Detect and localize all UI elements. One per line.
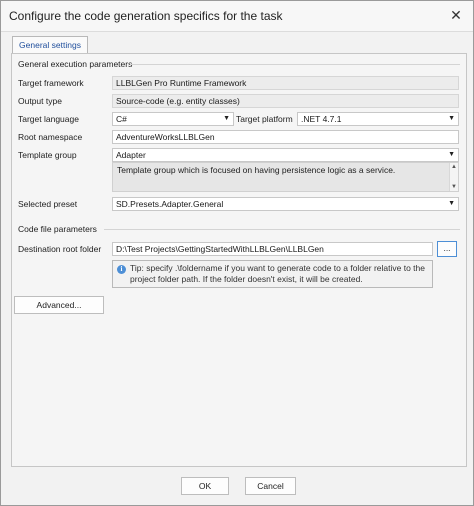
target-language-select[interactable]: C# ▼: [112, 112, 234, 126]
advanced-button[interactable]: Advanced...: [14, 296, 104, 314]
output-type-field: Source-code (e.g. entity classes): [112, 94, 459, 108]
chevron-down-icon: ▼: [448, 200, 455, 207]
template-group-value: Adapter: [116, 150, 146, 160]
template-group-description-text: Template group which is focused on havin…: [117, 165, 396, 175]
section-general-execution: General execution parameters: [18, 59, 133, 69]
output-type-value: Source-code (e.g. entity classes): [116, 96, 240, 106]
description-scrollbar[interactable]: ▲ ▼: [449, 163, 458, 191]
selected-preset-select[interactable]: SD.Presets.Adapter.General ▼: [112, 197, 459, 211]
section-divider: [130, 64, 460, 65]
label-selected-preset: Selected preset: [18, 199, 78, 209]
tip-text: Tip: specify .\foldername if you want to…: [130, 263, 425, 284]
title-bar: Configure the code generation specifics …: [1, 1, 473, 32]
selected-preset-value: SD.Presets.Adapter.General: [116, 199, 224, 209]
destination-root-input[interactable]: D:\Test Projects\GettingStartedWithLLBLG…: [112, 242, 433, 256]
label-target-language: Target language: [18, 114, 79, 124]
configure-dialog: Configure the code generation specifics …: [0, 0, 474, 506]
root-namespace-input[interactable]: AdventureWorksLLBLGen: [112, 130, 459, 144]
destination-root-value: D:\Test Projects\GettingStartedWithLLBLG…: [116, 244, 324, 254]
label-target-framework: Target framework: [18, 78, 84, 88]
dialog-title: Configure the code generation specifics …: [9, 9, 283, 23]
template-group-select[interactable]: Adapter ▼: [112, 148, 459, 162]
cancel-button[interactable]: Cancel: [245, 477, 296, 495]
dialog-footer: OK Cancel: [1, 467, 473, 505]
section-code-file: Code file parameters: [18, 224, 97, 234]
target-framework-field: LLBLGen Pro Runtime Framework: [112, 76, 459, 90]
ok-button[interactable]: OK: [181, 477, 229, 495]
template-group-description: Template group which is focused on havin…: [112, 162, 459, 192]
section-divider: [104, 229, 460, 230]
target-framework-value: LLBLGen Pro Runtime Framework: [116, 78, 247, 88]
root-namespace-value: AdventureWorksLLBLGen: [116, 132, 215, 142]
tab-panel-general: General execution parameters Target fram…: [11, 53, 467, 467]
close-icon[interactable]: ✕: [449, 8, 463, 22]
browse-folder-button[interactable]: ...: [437, 241, 457, 257]
tab-general-settings[interactable]: General settings: [12, 36, 88, 54]
label-destination-root: Destination root folder: [18, 244, 102, 254]
label-target-platform: Target platform: [236, 114, 293, 124]
chevron-down-icon: ▼: [448, 115, 455, 122]
label-output-type: Output type: [18, 96, 62, 106]
info-icon: i: [117, 265, 126, 274]
target-language-value: C#: [116, 114, 127, 124]
scroll-down-icon[interactable]: ▼: [450, 183, 458, 191]
chevron-down-icon: ▼: [223, 115, 230, 122]
label-root-namespace: Root namespace: [18, 132, 83, 142]
chevron-down-icon: ▼: [448, 151, 455, 158]
tip-box: i Tip: specify .\foldername if you want …: [112, 260, 433, 288]
target-platform-select[interactable]: .NET 4.7.1 ▼: [297, 112, 459, 126]
scroll-up-icon[interactable]: ▲: [450, 163, 458, 171]
label-template-group: Template group: [18, 150, 77, 160]
target-platform-value: .NET 4.7.1: [301, 114, 342, 124]
